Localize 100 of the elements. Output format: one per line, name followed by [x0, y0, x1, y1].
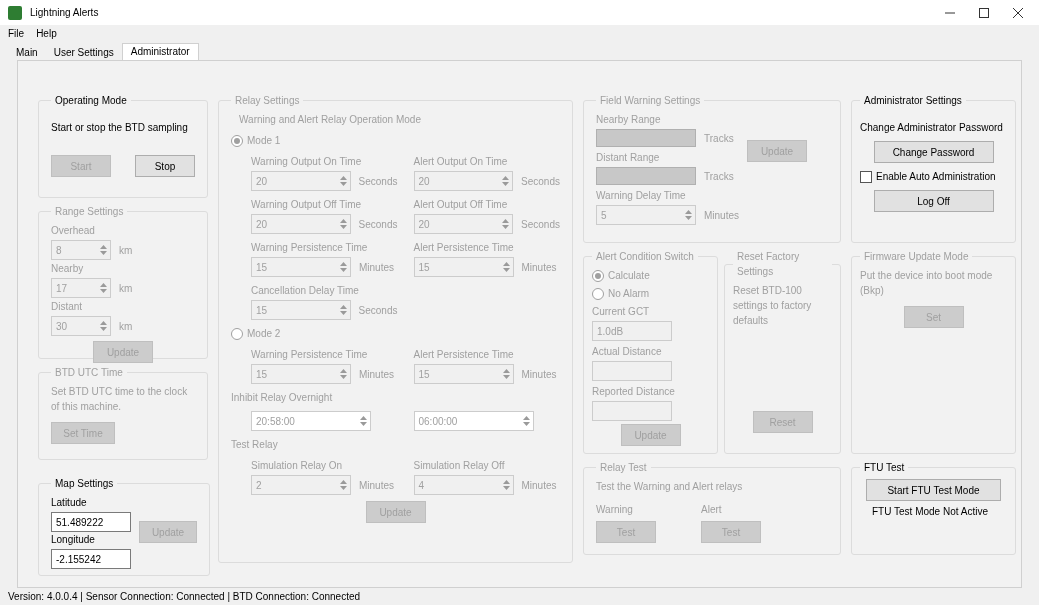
spinner-arrows-icon[interactable]: [339, 260, 348, 274]
spinner-arrows-icon[interactable]: [521, 414, 531, 428]
input-field[interactable]: [592, 401, 672, 421]
input-field[interactable]: [592, 361, 672, 381]
spinner-arrows-icon[interactable]: [338, 303, 348, 317]
description-text: Change Administrator Password: [860, 121, 1004, 135]
checkbox-label: Enable Auto Administration: [876, 170, 996, 184]
maximize-icon[interactable]: [979, 7, 989, 18]
unit-label: Tracks: [704, 131, 734, 146]
spinner-arrows-icon[interactable]: [501, 174, 511, 188]
menu-item[interactable]: Help: [36, 25, 57, 41]
push-button[interactable]: Change Password: [873, 141, 994, 163]
push-button[interactable]: Log Off: [873, 190, 994, 212]
tab[interactable]: User Settings: [45, 45, 122, 60]
field-label: Warning Delay Time: [596, 189, 687, 203]
dropdown-field[interactable]: [596, 129, 696, 147]
field-label: Distant: [51, 300, 84, 314]
field-label: Simulation Relay Off: [413, 459, 506, 473]
field-label: Alert Persistence Time: [413, 348, 515, 362]
radio-label: Mode 1: [247, 134, 281, 148]
unit-label: Minutes: [704, 208, 739, 223]
unit-label: Seconds: [358, 174, 398, 189]
description-text: Set BTD UTC time to the clock of this machine.: [51, 385, 189, 414]
radio-label: No Alarm: [608, 287, 650, 301]
unit-label: Minutes: [359, 260, 394, 275]
spinner-arrows-icon[interactable]: [338, 217, 348, 231]
input-field[interactable]: 51.489222: [51, 512, 131, 532]
section-label: Warning and Alert Relay Operation Mode: [238, 113, 422, 127]
unit-label: Minutes: [359, 478, 394, 493]
menu-item[interactable]: File: [8, 25, 25, 41]
field-label: Warning Persistence Time: [251, 348, 369, 362]
unit-label: Minutes: [359, 367, 394, 382]
unit-label: Minutes: [521, 367, 557, 382]
status-text: FTU Test Mode Not Active: [871, 505, 989, 519]
description-text: Start or stop the BTD sampling: [51, 121, 189, 135]
spinner-arrows-icon[interactable]: [339, 367, 348, 381]
push-button[interactable]: Start FTU Test Mode: [866, 479, 1001, 501]
field-label: Latitude: [51, 496, 88, 510]
spinner-arrows-icon[interactable]: [99, 243, 108, 257]
field-label: Warning Output Off Time: [251, 198, 363, 212]
group-title: Field Warning Settings: [599, 94, 702, 108]
group-title: BTD UTC Time: [54, 366, 124, 380]
group-title: Administrator Settings: [863, 94, 963, 108]
dropdown-field[interactable]: [596, 167, 696, 185]
field-label: Distant Range: [596, 151, 661, 165]
spinner-arrows-icon[interactable]: [501, 478, 511, 492]
field-label: Cancellation Delay Time: [251, 284, 360, 298]
section-label: Test Relay: [231, 438, 279, 452]
status-text: Version: 4.0.0.4 | Sensor Connection: Connected | BTD Connection: Connected: [8, 590, 361, 604]
checkbox[interactable]: [860, 170, 872, 183]
field-label: Alert Output On Time: [413, 155, 509, 169]
input-field[interactable]: -2.155242: [51, 549, 131, 569]
spinner-arrows-icon[interactable]: [501, 367, 511, 381]
unit-label: Seconds: [358, 303, 398, 318]
section-label: Inhibit Relay Overnight: [231, 391, 334, 405]
field-label: Actual Distance: [592, 345, 663, 359]
unit-label: Minutes: [521, 260, 557, 275]
description-text: Test the Warning and Alert relays: [596, 480, 744, 494]
group-title: FTU Test: [863, 461, 906, 475]
field-label: Reported Distance: [592, 385, 676, 399]
spinner-arrows-icon[interactable]: [99, 281, 108, 295]
spinner-arrows-icon[interactable]: [684, 208, 693, 222]
description-text: Put the device into boot mode (Bkp): [860, 269, 994, 298]
group-title: Alert Condition Switch: [595, 250, 695, 264]
spinner-arrows-icon[interactable]: [501, 217, 511, 231]
field-label: Overhead: [51, 224, 96, 238]
group-title: Relay Settings: [234, 94, 301, 108]
unit-label: Seconds: [521, 174, 560, 189]
group-title: Reset Factory Settings: [736, 250, 801, 279]
field-label: Nearby: [51, 262, 85, 276]
unit-label: Seconds: [358, 217, 398, 232]
description-text: Reset BTD-100 settings to factory defaults: [733, 284, 813, 328]
group-title: Firmware Update Mode: [863, 250, 970, 264]
spinner-arrows-icon[interactable]: [338, 174, 348, 188]
unit-label: km: [119, 281, 133, 296]
unit-label: km: [119, 319, 133, 334]
group-title: Relay Test: [599, 461, 648, 475]
field-label: Alert Output Off Time: [413, 198, 509, 212]
unit-label: km: [119, 243, 133, 258]
unit-label: Seconds: [521, 217, 560, 232]
close-icon[interactable]: [1013, 7, 1023, 18]
field-label: Simulation Relay On: [251, 459, 344, 473]
radio-label: Mode 2: [247, 327, 281, 341]
field-label: Alert: [701, 503, 723, 517]
spinner-arrows-icon[interactable]: [501, 260, 511, 274]
field-label: Longitude: [51, 533, 96, 547]
field-label: Nearby Range: [596, 113, 662, 127]
spinner-arrows-icon[interactable]: [339, 478, 348, 492]
radio-label: Calculate: [608, 269, 650, 283]
field-label: Alert Persistence Time: [413, 241, 515, 255]
field-label: Current GCT: [592, 305, 651, 319]
group-title: Map Settings: [54, 477, 115, 491]
tab[interactable]: Main: [8, 45, 46, 60]
group-title: Range Settings: [54, 205, 125, 219]
spinner-arrows-icon[interactable]: [99, 319, 108, 333]
spinner-arrows-icon[interactable]: [359, 414, 368, 428]
push-button[interactable]: Stop: [135, 155, 195, 177]
tab[interactable]: Administrator: [121, 43, 199, 60]
unit-label: Tracks: [704, 169, 734, 184]
field-label: Warning Persistence Time: [251, 241, 369, 255]
